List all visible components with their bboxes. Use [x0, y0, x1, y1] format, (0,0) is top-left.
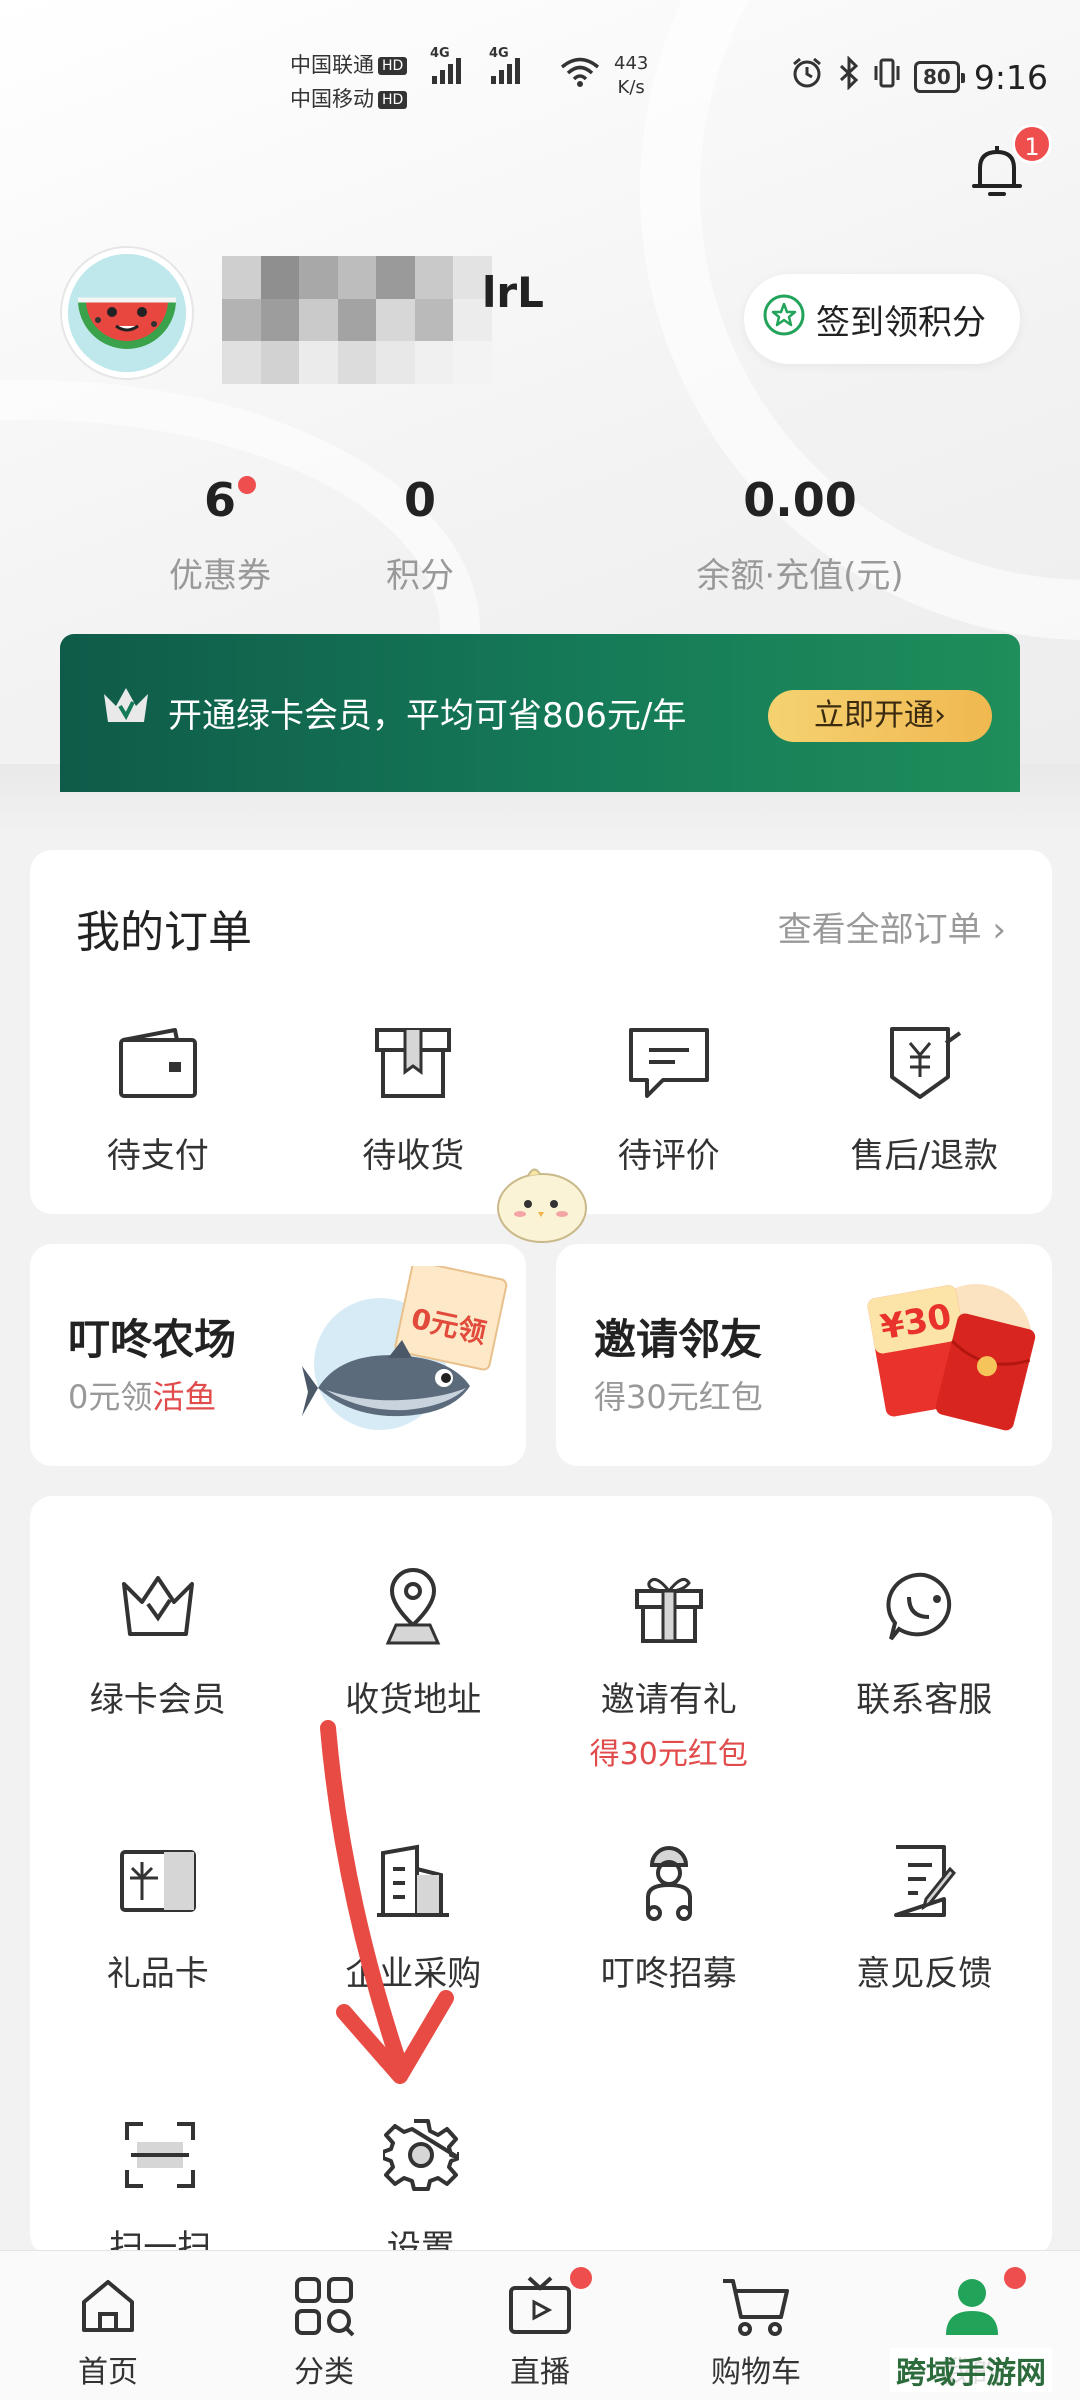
service-feedback[interactable]: 意见反馈	[797, 1836, 1053, 1995]
service-label: 绿卡会员	[89, 1680, 226, 1720]
wallet-icon	[30, 1018, 286, 1108]
service-dingdong-recruit[interactable]: 叮咚招募	[541, 1836, 797, 1995]
status-bar: 中国联通 HD 中国移动 HD 4G 4G 443 K/s 80 9:16	[0, 0, 1080, 140]
fish-illustration-icon: 0元领	[302, 1260, 512, 1460]
courier-icon	[541, 1836, 797, 1926]
order-label: 售后/退款	[850, 1136, 998, 1176]
service-label: 联系客服	[856, 1680, 993, 1720]
services-card: 绿卡会员 收货地址 邀请有礼 得30元红包 联系客服 礼品卡 企业采购 叮咚招募…	[30, 1496, 1053, 2268]
tab-red-dot	[1004, 2267, 1026, 2289]
service-label: 叮咚招募	[600, 1954, 737, 1994]
live-tv-icon	[432, 2273, 648, 2339]
network-speed: 443 K/s	[614, 53, 649, 98]
service-customer-support[interactable]: 联系客服	[797, 1562, 1053, 1773]
order-label: 待支付	[106, 1136, 209, 1176]
promo-title: 邀请邻友	[594, 1315, 763, 1364]
username-visible-text: lrL	[482, 268, 544, 317]
battery-icon: 80	[914, 61, 965, 93]
service-sublabel: 得30元红包	[589, 1737, 748, 1772]
tab-red-dot	[570, 2267, 592, 2289]
tab-category[interactable]: 分类	[216, 2251, 432, 2400]
chevron-right-icon: ›	[934, 698, 946, 733]
star-badge-icon	[762, 293, 806, 346]
alarm-icon	[790, 56, 824, 98]
wifi-icon	[560, 56, 600, 97]
package-box-icon	[286, 1018, 542, 1108]
cart-icon	[648, 2273, 864, 2339]
service-settings[interactable]: 设置	[291, 2110, 552, 2269]
profile-icon	[864, 2273, 1080, 2339]
crown-icon	[100, 684, 152, 732]
red-envelope-icon: ¥30	[856, 1270, 1046, 1444]
notification-bell[interactable]: 1	[970, 124, 1052, 210]
home-icon	[0, 2273, 216, 2339]
tab-label: 分类	[294, 2355, 354, 2390]
service-scan[interactable]: 扫一扫	[30, 2110, 291, 2269]
signin-label: 签到领积分	[816, 302, 986, 343]
stat-balance[interactable]: 0.00 余额·充值(元)	[620, 470, 980, 597]
tab-live[interactable]: 直播	[432, 2251, 648, 2400]
service-label: 意见反馈	[856, 1954, 993, 1994]
carrier-info: 中国联通 HD 中国移动 HD	[290, 48, 408, 116]
stat-red-dot	[238, 476, 256, 494]
promo-subtitle: 0元领活鱼	[68, 1378, 217, 1416]
avatar[interactable]	[62, 248, 192, 378]
orders-title: 我的订单	[76, 907, 252, 958]
gift-icon	[541, 1562, 797, 1652]
account-stats: 6 优惠券 0 积分 0.00 余额·充值(元)	[0, 470, 1080, 597]
red-annotation-arrow	[300, 1720, 470, 2104]
watermelon-avatar-icon	[68, 254, 186, 372]
member-banner-text: 开通绿卡会员，平均可省806元/年	[168, 696, 687, 736]
tab-cart[interactable]: 购物车	[648, 2251, 864, 2400]
service-label: 收货地址	[345, 1680, 482, 1720]
service-label: 礼品卡	[106, 1954, 209, 1994]
customer-service-icon	[797, 1562, 1053, 1652]
location-pin-icon	[286, 1562, 542, 1652]
stat-label: 余额·充值(元)	[696, 556, 904, 596]
tab-label: 首页	[78, 2355, 138, 2390]
tab-home[interactable]: 首页	[0, 2251, 216, 2400]
stat-points[interactable]: 0 积分	[320, 470, 520, 597]
category-icon	[216, 2273, 432, 2339]
refund-icon	[797, 1018, 1053, 1108]
site-watermark: 跨域手游网	[890, 2348, 1052, 2392]
crown-icon	[30, 1562, 286, 1652]
gear-icon	[291, 2110, 552, 2200]
invite-neighbors-card[interactable]: 邀请邻友 得30元红包 ¥30	[556, 1244, 1052, 1466]
blurred-username-mosaic	[222, 256, 492, 384]
comment-icon	[541, 1018, 797, 1108]
signin-points-button[interactable]: 签到领积分	[744, 274, 1020, 364]
service-invite-gift[interactable]: 邀请有礼 得30元红包	[541, 1562, 797, 1773]
clock: 9:16	[973, 57, 1048, 97]
dingdong-farm-card[interactable]: 叮咚农场 0元领活鱼 0元领	[30, 1244, 526, 1466]
stat-value: 0.00	[743, 473, 857, 527]
order-pending-review[interactable]: 待评价	[541, 1018, 797, 1177]
notification-badge: 1	[1012, 124, 1052, 164]
activate-member-button[interactable]: 立即开通›	[768, 690, 992, 742]
chevron-right-icon: ›	[992, 910, 1006, 950]
bell-icon	[970, 146, 1024, 208]
order-pending-payment[interactable]: 待支付	[30, 1018, 286, 1177]
view-all-orders-link[interactable]: 查看全部订单 ›	[778, 902, 1006, 951]
promo-subtitle: 得30元红包	[594, 1378, 763, 1416]
tab-label: 直播	[510, 2355, 570, 2390]
promo-title: 叮咚农场	[68, 1315, 237, 1364]
order-after-sales-refund[interactable]: 售后/退款	[797, 1018, 1053, 1177]
order-pending-receipt[interactable]: 待收货	[286, 1018, 542, 1177]
bluetooth-icon	[838, 55, 860, 98]
member-banner[interactable]: 开通绿卡会员，平均可省806元/年 立即开通›	[60, 634, 1020, 792]
service-gift-card[interactable]: 礼品卡	[30, 1836, 286, 1995]
stat-value: 0	[403, 473, 436, 527]
stat-label: 积分	[386, 556, 454, 596]
scan-icon	[30, 2110, 291, 2200]
chick-mascot-icon	[488, 1156, 596, 1252]
tab-label: 购物车	[711, 2355, 801, 2390]
cell-signal-icon: 4G 4G	[430, 46, 520, 84]
vibrate-icon	[874, 56, 900, 98]
username[interactable]: lrL	[222, 256, 544, 384]
feedback-icon	[797, 1836, 1053, 1926]
service-label: 邀请有礼	[600, 1680, 737, 1720]
gift-card-icon	[30, 1836, 286, 1926]
service-green-card-member[interactable]: 绿卡会员	[30, 1562, 286, 1773]
